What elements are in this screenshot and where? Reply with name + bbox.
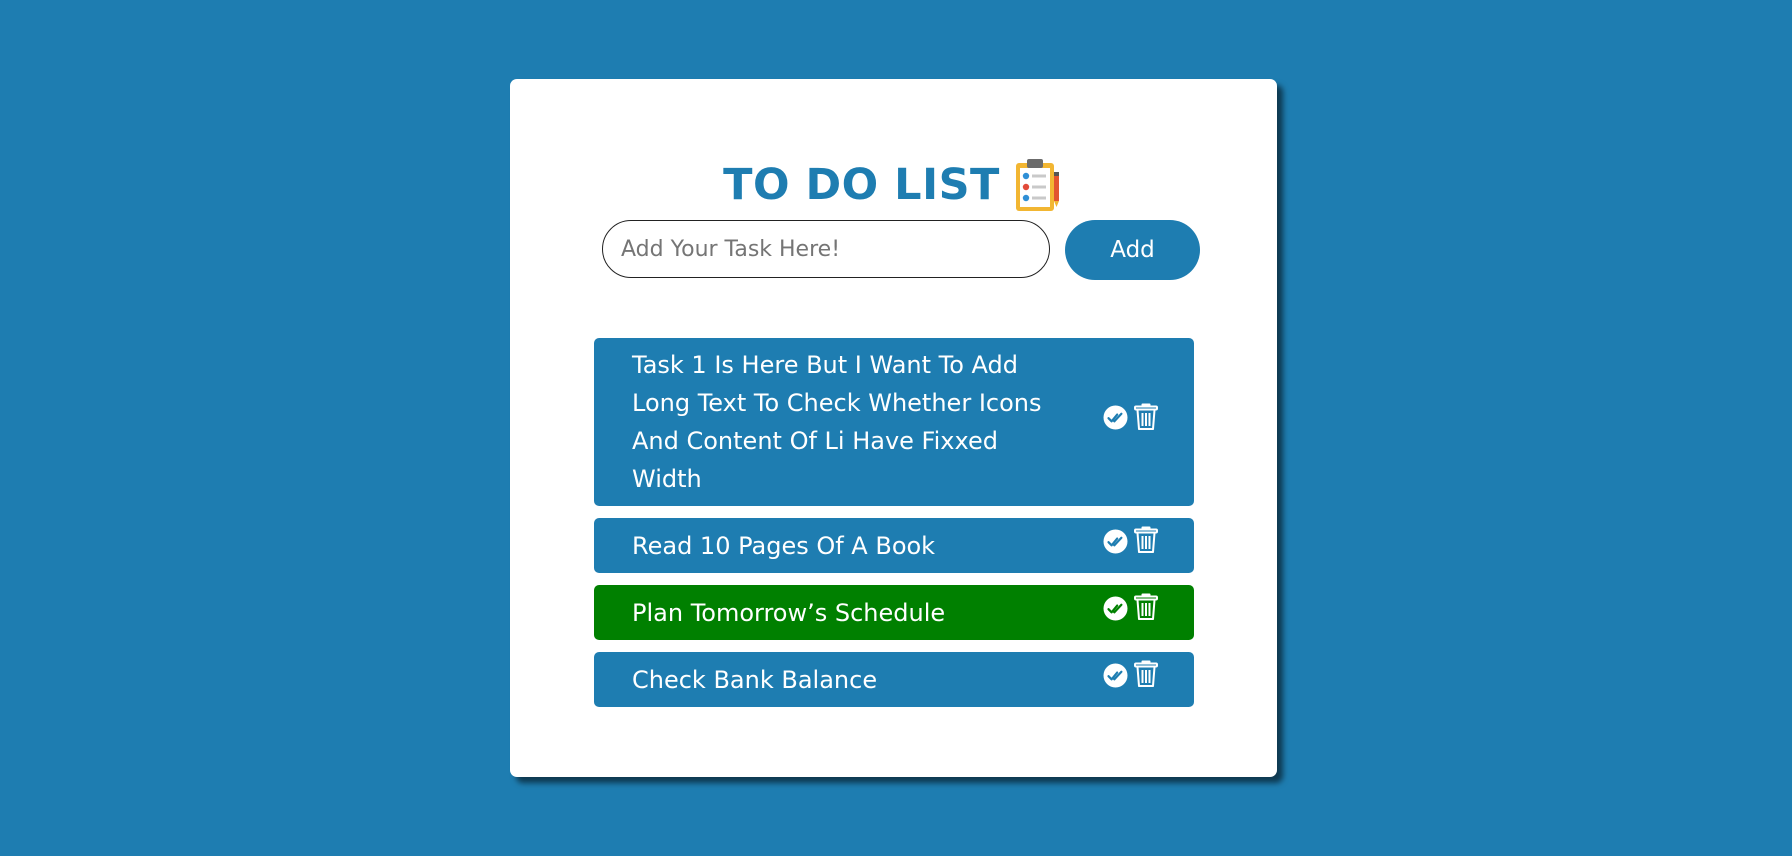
task-input[interactable] xyxy=(602,220,1050,278)
double-check-icon[interactable] xyxy=(1103,594,1128,632)
add-button[interactable]: Add xyxy=(1065,220,1200,280)
double-check-icon[interactable] xyxy=(1103,527,1128,565)
double-check-icon[interactable] xyxy=(1103,661,1128,699)
task-list: Task 1 Is Here But I Want To Add Long Te… xyxy=(594,338,1194,719)
task-actions xyxy=(1103,660,1158,699)
trash-icon[interactable] xyxy=(1134,526,1158,565)
task-text: Task 1 Is Here But I Want To Add Long Te… xyxy=(632,351,1042,493)
clipboard-checklist-icon xyxy=(1015,159,1059,211)
task-item[interactable]: Plan Tomorrow’s Schedule xyxy=(594,585,1194,640)
trash-icon[interactable] xyxy=(1134,660,1158,699)
task-text: Plan Tomorrow’s Schedule xyxy=(632,598,946,627)
double-check-icon[interactable] xyxy=(1103,403,1128,441)
trash-icon[interactable] xyxy=(1134,403,1158,442)
page-title: TO DO LIST xyxy=(723,160,1000,210)
task-text: Read 10 Pages Of A Book xyxy=(632,531,936,560)
trash-icon[interactable] xyxy=(1134,593,1158,632)
todo-card: TO DO LIST Add Task 1 Is Here But I Want… xyxy=(510,79,1277,777)
task-item[interactable]: Check Bank Balance xyxy=(594,652,1194,707)
title-row: TO DO LIST xyxy=(510,153,1277,217)
task-item[interactable]: Read 10 Pages Of A Book xyxy=(594,518,1194,573)
task-item[interactable]: Task 1 Is Here But I Want To Add Long Te… xyxy=(594,338,1194,506)
task-actions xyxy=(1103,526,1158,565)
task-actions xyxy=(1103,403,1158,442)
task-actions xyxy=(1103,593,1158,632)
input-row: Add xyxy=(602,220,1200,280)
task-text: Check Bank Balance xyxy=(632,665,878,694)
